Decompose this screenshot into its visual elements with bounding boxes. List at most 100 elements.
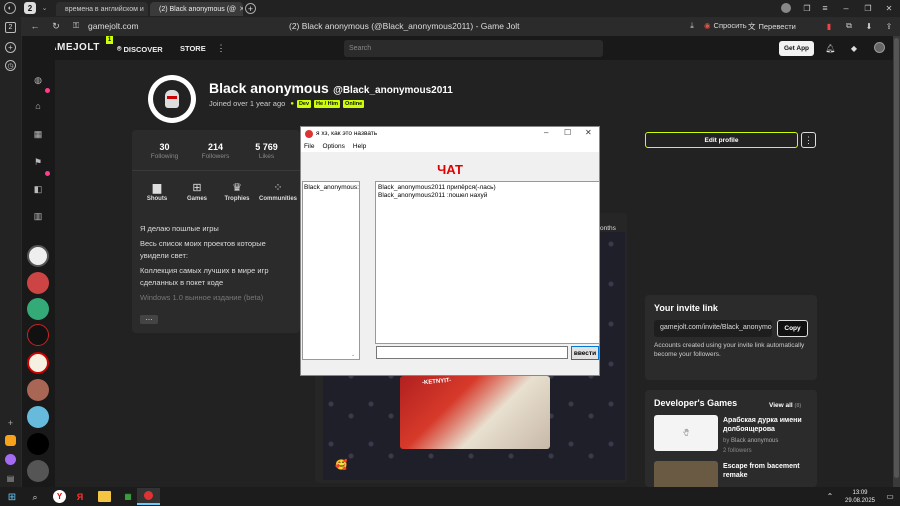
search-icon[interactable]: ⌕ xyxy=(29,491,41,503)
rail-plus-icon[interactable]: + xyxy=(5,417,16,428)
game-thumbnail-1[interactable]: 🖐︎ xyxy=(654,415,718,451)
menu-options[interactable]: Options xyxy=(322,143,344,150)
bell-icon[interactable]: 🔔︎ xyxy=(825,42,836,54)
community-avatar-1[interactable] xyxy=(27,245,49,267)
game-1-title[interactable]: Арабская дурка имени долбоящерова xyxy=(723,416,813,434)
nav-store[interactable]: STORE xyxy=(180,44,206,53)
message-input[interactable] xyxy=(376,346,568,359)
stat-followers[interactable]: 214 Followers xyxy=(193,142,238,160)
yandex-browser-icon[interactable]: Y xyxy=(53,490,66,503)
rail-add-icon[interactable]: + xyxy=(5,42,16,53)
app-icon-colored[interactable]: ▦ xyxy=(122,490,134,503)
tile-communities[interactable]: ⁘ Communities xyxy=(257,181,299,202)
edit-profile-button[interactable]: Edit profile xyxy=(645,132,798,148)
ask-button[interactable]: ◉ Спросить xyxy=(704,21,747,30)
tab-count-button[interactable]: 2 xyxy=(24,2,36,14)
stat-value: 5 769 xyxy=(255,142,278,152)
rail-alice-icon[interactable] xyxy=(5,454,16,465)
tray-chevron-icon[interactable]: ⌃ xyxy=(825,491,835,502)
downloads-icon[interactable]: ⬇ xyxy=(863,20,875,32)
back-arrow-icon[interactable]: ← xyxy=(29,20,41,32)
close-icon[interactable]: ✕ xyxy=(585,128,592,137)
rail-settings-icon[interactable]: ▤ xyxy=(5,473,16,484)
get-app-button[interactable]: Get App xyxy=(779,41,814,56)
browser-logo-icon[interactable]: ◐ xyxy=(4,2,16,14)
browser-tab-2[interactable]: (2) Black anonymous (@ ✕ xyxy=(150,2,243,16)
history-icon[interactable]: ◷ xyxy=(5,60,16,71)
community-avatar-5[interactable] xyxy=(27,352,49,374)
extensions-icon[interactable]: ⧉ xyxy=(843,20,855,32)
send-button[interactable]: ввести xyxy=(571,346,599,360)
yandex-app-icon[interactable]: Я xyxy=(74,490,86,503)
browser-tab-1[interactable]: времена в английском и xyxy=(56,2,148,16)
share-icon[interactable]: ⇪ xyxy=(883,20,895,32)
bio-more-button[interactable]: ⋯ xyxy=(140,315,158,324)
user-list-item[interactable]: Black_anonymous: xyxy=(303,182,359,193)
url-field[interactable]: gamejolt.com xyxy=(88,21,139,31)
chevron-down-icon[interactable]: ⌄ xyxy=(39,2,50,14)
bookmarks-icon[interactable]: ❒ xyxy=(801,2,813,14)
menu-help[interactable]: Help xyxy=(353,143,366,150)
tile-games[interactable]: ⊞ Games xyxy=(180,181,214,202)
tile-trophies[interactable]: ♛ Trophies xyxy=(218,181,256,202)
clock[interactable]: 13:09 29.08.2025 xyxy=(840,489,880,505)
bookmark-icon[interactable]: ▮ xyxy=(823,20,835,32)
game-2-title[interactable]: Escape from bacement remake xyxy=(723,462,813,480)
sidebar-inventory-icon[interactable]: ▦ xyxy=(32,128,44,140)
tile-shouts[interactable]: ▆ Shouts xyxy=(140,181,174,202)
copy-button[interactable]: Copy xyxy=(777,320,808,337)
game-author[interactable]: Black anonymous xyxy=(731,438,778,444)
more-vertical-icon[interactable]: ⋮ xyxy=(217,42,226,54)
sidebar-realms-icon[interactable]: ◧ xyxy=(32,183,44,195)
invite-link-field[interactable]: gamejolt.com/invite/Black_anonymo xyxy=(654,320,772,337)
community-avatar-6[interactable] xyxy=(27,379,49,401)
reload-icon[interactable]: ↻ xyxy=(50,20,62,32)
view-all-link[interactable]: View all (8) xyxy=(769,402,801,409)
reaction-emoji[interactable]: 🥰 xyxy=(335,460,347,471)
maximize-icon[interactable]: ❐ xyxy=(862,2,874,14)
game-thumbnail-2[interactable] xyxy=(654,461,718,487)
page-scrollbar[interactable] xyxy=(893,36,900,487)
rail-app-icon[interactable] xyxy=(5,435,16,446)
profile-options-button[interactable]: ⋮ xyxy=(801,132,816,148)
sidebar-quests-icon[interactable]: ⚑ xyxy=(32,156,44,168)
community-avatar-9[interactable] xyxy=(27,460,49,482)
explorer-icon[interactable] xyxy=(98,491,111,502)
user-list[interactable]: Black_anonymous: ⌄ xyxy=(302,181,360,360)
community-avatar-4[interactable] xyxy=(27,324,49,346)
list-scroll-arrow-icon[interactable]: ⌄ xyxy=(351,352,355,358)
window-close-icon[interactable]: ✕ xyxy=(883,2,895,14)
user-avatar[interactable] xyxy=(874,42,885,53)
notifications-icon[interactable]: ▭ xyxy=(885,491,895,502)
sidebar-library-icon[interactable]: ▥ xyxy=(32,210,44,222)
close-icon[interactable]: ✕ xyxy=(239,5,243,13)
new-tab-button[interactable]: + xyxy=(245,3,256,14)
profile-avatar-icon[interactable] xyxy=(781,3,791,13)
notification-dot-icon[interactable]: ◆ xyxy=(849,43,859,53)
profile-avatar[interactable] xyxy=(148,75,196,123)
translate-button[interactable]: 文 Перевести xyxy=(748,21,796,32)
start-icon[interactable]: ⊞ xyxy=(6,491,18,503)
message-area[interactable]: Black_anonymous2011 припёрся(-лась) Blac… xyxy=(375,181,600,344)
minimize-icon[interactable]: – xyxy=(544,128,548,137)
menu-file[interactable]: File xyxy=(304,143,314,150)
scrollbar-thumb[interactable] xyxy=(894,38,899,478)
maximize-icon[interactable]: ☐ xyxy=(564,128,571,137)
sidebar-home-icon[interactable]: ◍ xyxy=(32,73,44,87)
sidebar-store-icon[interactable]: ⌂ xyxy=(32,100,44,112)
community-avatar-8[interactable] xyxy=(27,433,49,455)
community-avatar-2[interactable] xyxy=(27,272,49,294)
nav-discover[interactable]: ⌾ DISCOVER xyxy=(117,44,163,54)
profile-name-row: Black anonymous @Black_anonymous2011 xyxy=(209,80,453,96)
post-image[interactable]: -KETNYIT- xyxy=(400,376,550,449)
rail-counter-badge[interactable]: 2 xyxy=(5,22,16,33)
stat-likes[interactable]: 5 769 Likes xyxy=(244,142,289,160)
download-icon[interactable]: ⤓ xyxy=(686,20,698,32)
menu-icon[interactable]: ≡ xyxy=(819,2,831,14)
minimize-icon[interactable]: – xyxy=(840,2,852,14)
running-app-icon[interactable] xyxy=(137,488,160,505)
community-avatar-7[interactable] xyxy=(27,406,49,428)
stat-following[interactable]: 30 Following xyxy=(142,142,187,160)
community-avatar-3[interactable] xyxy=(27,298,49,320)
search-input[interactable]: Search xyxy=(344,40,603,57)
